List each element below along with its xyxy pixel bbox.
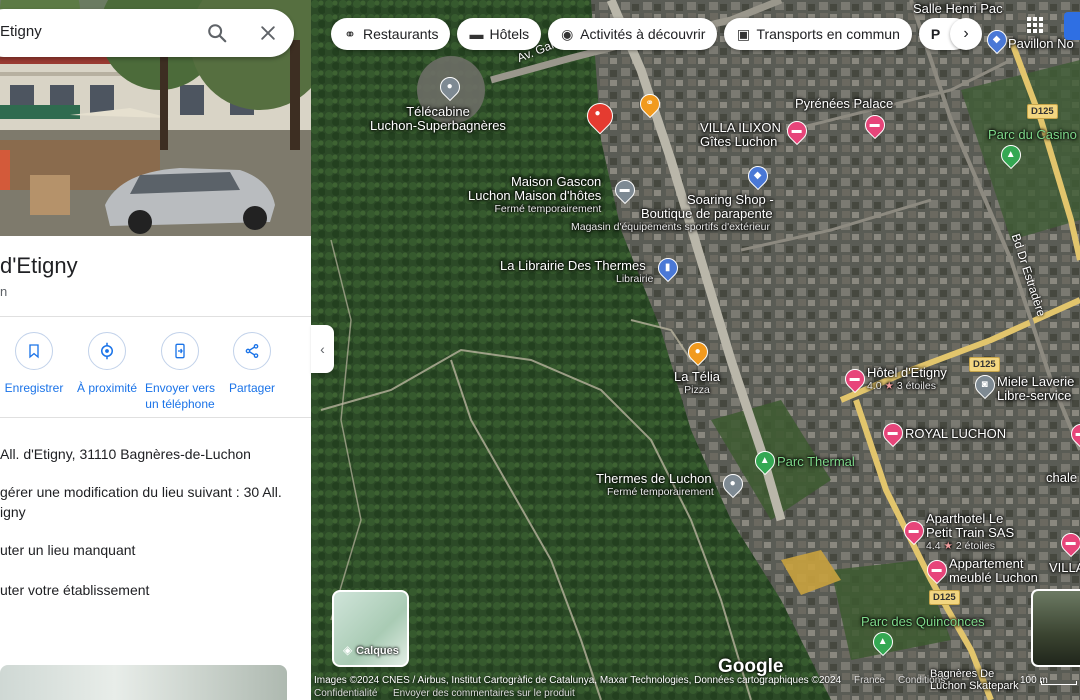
conditions-link[interactable]: Conditions (898, 675, 945, 686)
chevron-right-icon: › (963, 25, 969, 42)
country-label: France (854, 675, 886, 686)
star-icon: ★ (884, 380, 894, 392)
satellite-map[interactable]: Salle Henri Pac ◆ Pavillon No ● Télécabi… (311, 0, 1080, 700)
share-icon (245, 344, 259, 358)
bus-icon: ▣ (736, 25, 751, 42)
poi-hotel-d-etigny[interactable]: Hôtel d'Etigny 4.0 ★ 3 étoiles (867, 366, 947, 393)
poi-villa[interactable]: VILLA (1049, 561, 1080, 575)
chevron-left-icon: ‹ (320, 341, 325, 357)
divider (0, 417, 311, 418)
poi-villa-ilixon[interactable]: VILLA ILIXON Gîtes Luchon (700, 121, 781, 149)
nearby-button[interactable]: À proximité (67, 332, 147, 396)
poi-pyrenees-palace[interactable]: Pyrénées Palace (795, 97, 893, 111)
poi-aparthotel[interactable]: Aparthotel Le Petit Train SAS 4.4 ★ 2 ét… (926, 512, 1014, 553)
poi-salle-henri-pac[interactable]: Salle Henri Pac (913, 2, 1003, 16)
poi-telecabine[interactable]: Télécabine Luchon-Superbagnères (370, 105, 506, 133)
street-view-thumbnail[interactable] (1031, 589, 1080, 667)
suggest-edit-row[interactable]: gérer une modification du lieu suivant :… (0, 482, 282, 522)
poi-parc-des-quinconces[interactable]: Parc des Quinconces (861, 615, 985, 629)
add-missing-place-row[interactable]: uter un lieu manquant (0, 540, 135, 560)
bed-icon: ▬ (469, 26, 484, 42)
bookmark-icon (29, 344, 39, 359)
chip-hotels[interactable]: ▬ Hôtels (457, 18, 542, 50)
poi-parc-thermal[interactable]: Parc Thermal (777, 455, 855, 469)
chip-transit[interactable]: ▣ Transports en commun (724, 18, 912, 50)
nearby-icon (101, 342, 113, 360)
account-button[interactable] (1064, 12, 1080, 40)
send-to-phone-icon (175, 343, 185, 359)
chip-restaurants[interactable]: ⚭ Restaurants (331, 18, 451, 50)
poi-soaring-shop[interactable]: Soaring Shop - Boutique de parapente Mag… (571, 193, 774, 234)
apps-grid-icon[interactable] (1027, 17, 1043, 33)
poi-maison-gascon[interactable]: Maison Gascon Luchon Maison d'hôtes Ferm… (468, 175, 601, 216)
road-number-d125: D125 (1027, 104, 1058, 119)
search-icon[interactable] (206, 22, 228, 44)
add-business-row[interactable]: uter votre établissement (0, 580, 149, 600)
chip-activities[interactable]: ◉ Activités à découvrir (548, 18, 718, 50)
close-icon[interactable] (258, 23, 278, 43)
road-number-d125: D125 (969, 357, 1000, 372)
maps-app: Salle Henri Pac ◆ Pavillon No ● Télécabi… (0, 0, 1080, 700)
save-button[interactable]: Enregistrer (0, 332, 74, 396)
poi-pavillon[interactable]: Pavillon No (1008, 37, 1074, 51)
imagery-attribution: Images ©2024 CNES / Airbus, Institut Car… (314, 675, 842, 686)
divider (0, 316, 311, 317)
map-footer: Images ©2024 CNES / Airbus, Institut Car… (314, 675, 1080, 700)
scale-bar (1041, 681, 1077, 685)
chips-next-button[interactable]: › (950, 18, 982, 50)
layers-button[interactable]: ◈ Calques (332, 590, 409, 667)
road-number-d125: D125 (929, 590, 960, 605)
search-input[interactable] (0, 23, 180, 40)
address-row[interactable]: All. d'Etigny, 31110 Bagnères-de-Luchon (0, 444, 251, 464)
place-title: d'Etigny (0, 253, 78, 278)
poi-la-telia[interactable]: La Télia Pizza (674, 370, 720, 397)
category-chips: ⚭ Restaurants ▬ Hôtels ◉ Activités à déc… (331, 18, 971, 50)
send-to-phone-button[interactable]: Envoyer vers un téléphone (140, 332, 220, 412)
feedback-link[interactable]: Envoyer des commentaires sur le produit (393, 688, 575, 699)
poi-thermes-de-luchon[interactable]: Thermes de Luchon Fermé temporairement (596, 472, 714, 499)
search-box (0, 9, 294, 57)
poi-librairie[interactable]: La Librairie Des Thermes Librairie (500, 259, 653, 286)
privacy-link[interactable]: Confidentialité (314, 688, 377, 699)
poi-appartement-meuble[interactable]: Appartement meublé Luchon (949, 557, 1038, 585)
poi-parc-du-casino[interactable]: Parc du Casino (988, 128, 1077, 142)
place-category: n (0, 284, 8, 299)
photo-thumbnail[interactable] (0, 665, 287, 700)
collapse-panel-button[interactable]: ‹ (311, 325, 334, 373)
camera-icon: ◉ (561, 25, 574, 42)
star-icon: ★ (943, 540, 953, 552)
poi-chale[interactable]: chale (1046, 471, 1077, 485)
share-button[interactable]: Partager (212, 332, 292, 396)
place-panel: d'Etigny n Enregistrer À proximité Envoy… (0, 0, 311, 700)
poi-miele-laverie[interactable]: Miele Laverie Libre-service (997, 375, 1074, 403)
fork-knife-icon: ⚭ (344, 25, 356, 42)
poi-royal-luchon[interactable]: ROYAL LUCHON (905, 427, 1006, 441)
